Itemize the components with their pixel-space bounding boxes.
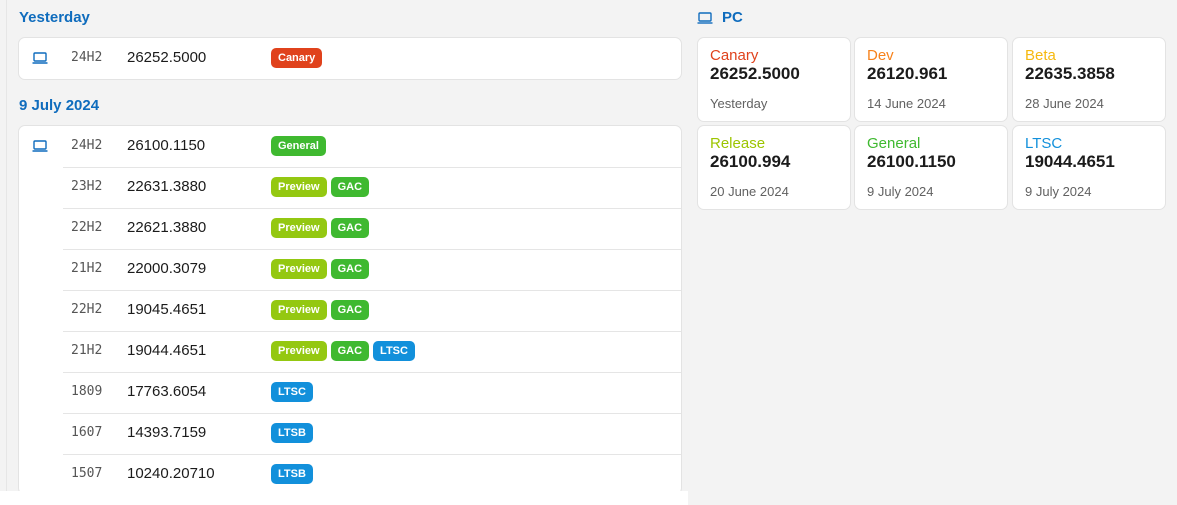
channel-date: 9 July 2024 <box>867 184 934 199</box>
channel-build: 26120.961 <box>867 64 948 83</box>
build-number: 26252.5000 <box>127 49 207 66</box>
channel-badges: LTSB <box>271 423 313 443</box>
laptop-icon <box>32 52 48 64</box>
build-number: 22631.3880 <box>127 178 207 195</box>
version-label: 24H2 <box>71 50 103 65</box>
channel-badge-preview: Preview <box>271 341 327 361</box>
laptop-icon <box>32 140 48 152</box>
channel-name: Canary <box>710 47 759 64</box>
build-number: 17763.6054 <box>127 383 207 400</box>
release-row[interactable]: 23H2 22631.3880 Preview GAC <box>19 167 681 208</box>
version-label: 21H2 <box>71 261 103 276</box>
channel-badges: Canary <box>271 48 323 68</box>
release-row[interactable]: 24H2 26100.1150 General <box>19 126 681 167</box>
release-row[interactable]: 21H2 19044.4651 Preview GAC LTSC <box>19 331 681 372</box>
build-number: 14393.7159 <box>127 424 207 441</box>
channel-badges: LTSC <box>271 382 313 402</box>
channel-date: 28 June 2024 <box>1025 96 1104 111</box>
channel-date: Yesterday <box>710 96 768 111</box>
channel-badge-ltsc: LTSC <box>271 382 313 402</box>
channel-badge-canary: Canary <box>271 48 323 68</box>
release-row[interactable]: 24H2 26252.5000 Canary <box>19 38 681 79</box>
channel-badge-ltsb: LTSB <box>271 464 313 484</box>
pc-heading-label: PC <box>722 9 743 26</box>
channel-build: 26100.994 <box>710 152 791 171</box>
channel-tile-dev[interactable]: Dev 26120.961 14 June 2024 <box>854 37 1008 122</box>
channel-badge-gac: GAC <box>330 177 370 197</box>
release-card-yesterday: 24H2 26252.5000 Canary <box>18 37 682 80</box>
channel-badge-gac: GAC <box>330 259 370 279</box>
version-label: 22H2 <box>71 220 103 235</box>
channel-badge-general: General <box>271 136 326 156</box>
version-label: 22H2 <box>71 302 103 317</box>
channel-badges: Preview GAC <box>271 300 370 320</box>
channel-tile-canary[interactable]: Canary 26252.5000 Yesterday <box>697 37 851 122</box>
channel-name: Release <box>710 135 766 152</box>
channel-name: Beta <box>1025 47 1056 64</box>
channel-name: General <box>867 135 921 152</box>
channel-build: 19044.4651 <box>1025 152 1115 171</box>
laptop-icon <box>697 11 713 24</box>
group-heading-9-july-2024: 9 July 2024 <box>19 97 100 114</box>
release-row[interactable]: 21H2 22000.3079 Preview GAC <box>19 249 681 290</box>
version-label: 1507 <box>71 466 103 481</box>
channel-badges: Preview GAC <box>271 177 370 197</box>
channel-badge-gac: GAC <box>330 218 370 238</box>
channel-tile-ltsc[interactable]: LTSC 19044.4651 9 July 2024 <box>1012 125 1166 210</box>
channel-date: 14 June 2024 <box>867 96 946 111</box>
build-number: 10240.20710 <box>127 465 215 482</box>
channel-badges: General <box>271 136 326 156</box>
bottom-strip <box>0 491 688 505</box>
version-label: 24H2 <box>71 138 103 153</box>
release-row[interactable]: 1607 14393.7159 LTSB <box>19 413 681 454</box>
channel-badge-gac: GAC <box>330 300 370 320</box>
channel-date: 9 July 2024 <box>1025 184 1092 199</box>
channel-badges: Preview GAC <box>271 259 370 279</box>
channel-tile-release[interactable]: Release 26100.994 20 June 2024 <box>697 125 851 210</box>
pc-section-heading: PC <box>697 9 743 26</box>
channel-name: LTSC <box>1025 135 1063 152</box>
release-row[interactable]: 1507 10240.20710 LTSB <box>19 454 681 494</box>
channel-build: 26252.5000 <box>710 64 800 83</box>
channel-date: 20 June 2024 <box>710 184 789 199</box>
release-row[interactable]: 22H2 22621.3880 Preview GAC <box>19 208 681 249</box>
release-list-pane: Yesterday 24H2 26252.5000 Canary 9 July 20… <box>0 0 688 505</box>
build-number: 26100.1150 <box>127 137 206 154</box>
pane-edge <box>0 0 7 505</box>
release-card-9-july-2024: 24H2 26100.1150 General 23H2 22631.3880 Previ… <box>18 125 682 495</box>
channel-name: Dev <box>867 47 894 64</box>
channel-badge-gac: GAC <box>330 341 370 361</box>
release-row[interactable]: 1809 17763.6054 LTSC <box>19 372 681 413</box>
group-heading-yesterday: Yesterday <box>19 9 90 26</box>
channel-badge-ltsc: LTSC <box>373 341 415 361</box>
channel-badge-preview: Preview <box>271 218 327 238</box>
build-number: 22621.3880 <box>127 219 207 236</box>
channel-badge-ltsb: LTSB <box>271 423 313 443</box>
build-number: 19045.4651 <box>127 301 207 318</box>
channel-badges: Preview GAC LTSC <box>271 341 415 361</box>
right-pane-bottom <box>688 491 1177 505</box>
release-row[interactable]: 22H2 19045.4651 Preview GAC <box>19 290 681 331</box>
channel-badge-preview: Preview <box>271 300 327 320</box>
build-number: 22000.3079 <box>127 260 207 277</box>
channel-tile-beta[interactable]: Beta 22635.3858 28 June 2024 <box>1012 37 1166 122</box>
version-label: 1607 <box>71 425 103 440</box>
version-label: 23H2 <box>71 179 103 194</box>
channel-build: 22635.3858 <box>1025 64 1115 83</box>
version-label: 1809 <box>71 384 103 399</box>
channel-tile-general[interactable]: General 26100.1150 9 July 2024 <box>854 125 1008 210</box>
channel-badge-preview: Preview <box>271 177 327 197</box>
version-label: 21H2 <box>71 343 103 358</box>
build-number: 19044.4651 <box>127 342 207 359</box>
channel-badges: Preview GAC <box>271 218 370 238</box>
channel-badges: LTSB <box>271 464 313 484</box>
channel-build: 26100.1150 <box>867 152 956 171</box>
channel-badge-preview: Preview <box>271 259 327 279</box>
